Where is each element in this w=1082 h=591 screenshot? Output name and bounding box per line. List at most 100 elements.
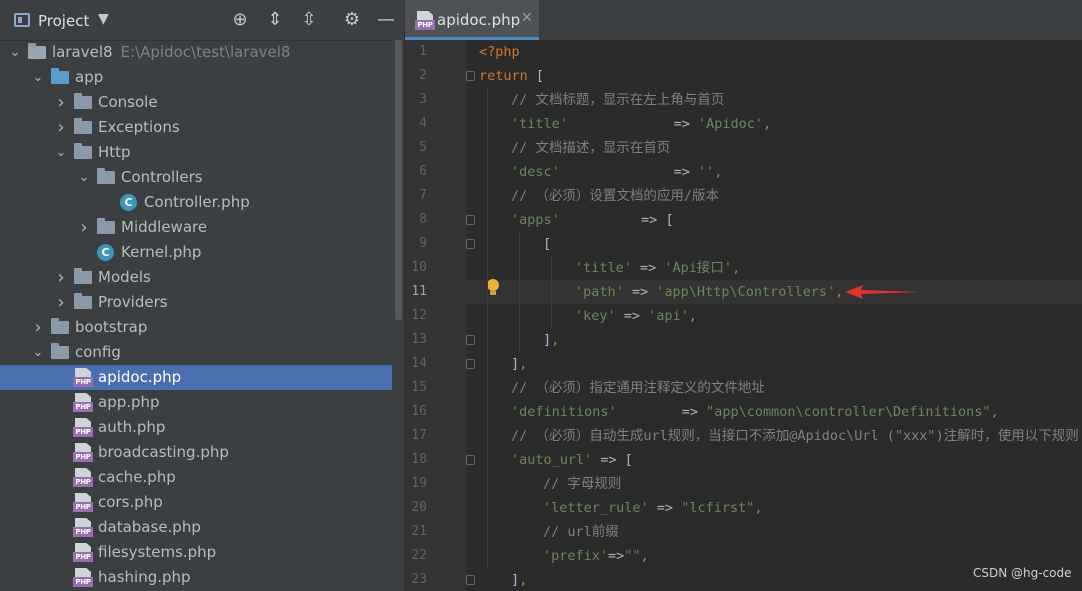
- php-class-icon: C: [120, 194, 137, 211]
- code-line[interactable]: // 文档标题，显示在左上角与首页: [511, 88, 724, 112]
- tree-item-bootstrap[interactable]: › bootstrap: [0, 315, 392, 340]
- folder-icon: [74, 268, 92, 284]
- chevron-down-icon[interactable]: ⌄: [77, 165, 91, 190]
- tree-item-broadcasting-php[interactable]: PHP broadcasting.php: [0, 440, 392, 465]
- tree-item-label: auth.php: [98, 418, 166, 436]
- project-panel-header: Project ▼ ⊕ ⇕ ⇳ ⚙ —: [0, 0, 404, 41]
- line-number: 13: [411, 332, 427, 347]
- chevron-down-icon[interactable]: ⌄: [31, 340, 45, 365]
- tree-item-console[interactable]: › Console: [0, 90, 392, 115]
- code-line[interactable]: 'path' => 'app\Http\Controllers',: [575, 280, 843, 304]
- tree-item-controllers[interactable]: ⌄ Controllers: [0, 165, 392, 190]
- minimize-icon[interactable]: —: [375, 9, 397, 31]
- fold-marker-icon[interactable]: [466, 71, 475, 81]
- project-scrollbar[interactable]: [393, 40, 404, 591]
- fold-marker-icon[interactable]: [466, 455, 475, 465]
- tree-item-cors-php[interactable]: PHP cors.php: [0, 490, 392, 515]
- php-file-icon: PHP: [73, 568, 93, 587]
- project-view-selector[interactable]: Project: [38, 12, 89, 30]
- php-file-icon: PHP: [73, 493, 93, 512]
- fold-marker-icon[interactable]: [466, 335, 475, 345]
- code-line[interactable]: 'title' => 'Apidoc',: [511, 112, 771, 136]
- tree-item-label: app.php: [98, 393, 160, 411]
- tree-item-apidoc-php[interactable]: PHP apidoc.php: [0, 365, 392, 390]
- chevron-right-icon[interactable]: ›: [54, 290, 68, 315]
- php-file-icon: PHP: [73, 543, 93, 562]
- tree-item-exceptions[interactable]: › Exceptions: [0, 115, 392, 140]
- fold-marker-icon[interactable]: [466, 575, 475, 585]
- chevron-down-icon[interactable]: ▼: [98, 11, 109, 27]
- tree-item-label: Providers: [98, 293, 168, 311]
- code-line[interactable]: ],: [543, 328, 559, 352]
- tree-item-label: Http: [98, 143, 131, 161]
- php-class-icon: C: [97, 244, 114, 261]
- tree-item-app-php[interactable]: PHP app.php: [0, 390, 392, 415]
- tree-item-controller-php[interactable]: C Controller.php: [0, 190, 392, 215]
- tree-item-config[interactable]: ⌄ config: [0, 340, 392, 365]
- chevron-down-icon[interactable]: ⌄: [54, 140, 68, 165]
- close-icon[interactable]: ✕: [521, 10, 533, 26]
- annotation-arrow-icon: [845, 285, 921, 299]
- expand-all-icon[interactable]: ⇕: [264, 9, 286, 31]
- scrollbar-thumb[interactable]: [395, 40, 402, 320]
- code-line[interactable]: ],: [511, 568, 527, 591]
- chevron-right-icon[interactable]: ›: [54, 90, 68, 115]
- tab-apidoc-php[interactable]: PHP apidoc.php ✕: [405, 0, 539, 40]
- tree-item-kernel-php[interactable]: C Kernel.php: [0, 240, 392, 265]
- tree-item-cache-php[interactable]: PHP cache.php: [0, 465, 392, 490]
- line-number: 6: [419, 164, 427, 179]
- code-editor[interactable]: 1 2 3 4 5 6 7 8 9 10 11 12 13 14 15 16 17 18 19 20 21 22 23 <?…: [405, 40, 1082, 591]
- gear-icon[interactable]: ⚙: [341, 9, 363, 31]
- code-line[interactable]: 'apps' => [: [511, 208, 674, 232]
- code-line[interactable]: return [: [479, 64, 544, 88]
- code-line[interactable]: ],: [511, 352, 527, 376]
- code-line[interactable]: 'definitions' => "app\common\controller\…: [511, 400, 999, 424]
- code-line[interactable]: 'letter_rule' => "lcfirst",: [543, 496, 762, 520]
- code-line[interactable]: 'auto_url' => [: [511, 448, 633, 472]
- collapse-all-icon[interactable]: ⇳: [298, 9, 320, 31]
- php-file-icon: PHP: [73, 518, 93, 537]
- chevron-right-icon[interactable]: ›: [54, 115, 68, 140]
- folder-icon: [74, 293, 92, 309]
- folder-icon: [51, 343, 69, 359]
- tree-item-models[interactable]: › Models: [0, 265, 392, 290]
- tree-item-middleware[interactable]: › Middleware: [0, 215, 392, 240]
- indent-guide: [487, 88, 488, 568]
- fold-marker-icon[interactable]: [466, 359, 475, 369]
- chevron-down-icon[interactable]: ⌄: [31, 65, 45, 90]
- tree-item-hashing-php[interactable]: PHP hashing.php: [0, 565, 392, 590]
- line-number: 9: [419, 236, 427, 251]
- code-line[interactable]: // url前缀: [543, 520, 619, 544]
- chevron-down-icon[interactable]: ⌄: [8, 40, 22, 65]
- code-line[interactable]: // （必须）自动生成url规则，当接口不添加@Apidoc\Url ("xxx…: [511, 424, 1079, 448]
- folder-icon: [51, 68, 69, 84]
- fold-marker-icon[interactable]: [466, 239, 475, 249]
- code-line[interactable]: // （必须）指定通用注释定义的文件地址: [511, 376, 765, 400]
- code-line[interactable]: // 文档描述，显示在首页: [511, 136, 670, 160]
- code-line[interactable]: 'desc' => '',: [511, 160, 722, 184]
- code-line[interactable]: [: [543, 232, 551, 256]
- folder-icon: [74, 93, 92, 109]
- code-line[interactable]: 'key' => 'api',: [575, 304, 697, 328]
- tree-item-app[interactable]: ⌄ app: [0, 65, 392, 90]
- tree-item-providers[interactable]: › Providers: [0, 290, 392, 315]
- tree-item-database-php[interactable]: PHP database.php: [0, 515, 392, 540]
- chevron-right-icon[interactable]: ›: [31, 315, 45, 340]
- fold-marker-icon[interactable]: [466, 215, 475, 225]
- locate-target-icon[interactable]: ⊕: [229, 9, 251, 31]
- tree-item-filesystems-php[interactable]: PHP filesystems.php: [0, 540, 392, 565]
- code-line[interactable]: 'title' => 'Api接口',: [575, 256, 740, 280]
- code-line[interactable]: <?php: [479, 40, 520, 64]
- tree-item-auth-php[interactable]: PHP auth.php: [0, 415, 392, 440]
- chevron-right-icon[interactable]: ›: [77, 215, 91, 240]
- code-line[interactable]: 'prefix'=>"",: [543, 544, 649, 568]
- project-path: E:\Apidoc\test\laravel8: [120, 43, 291, 61]
- code-line[interactable]: // 字母规则: [543, 472, 621, 496]
- line-number: 1: [419, 44, 427, 59]
- tree-item-label: database.php: [98, 518, 201, 536]
- chevron-right-icon[interactable]: ›: [54, 265, 68, 290]
- tree-item-http[interactable]: ⌄ Http: [0, 140, 392, 165]
- line-number-gutter: 1 2 3 4 5 6 7 8 9 10 11 12 13 14 15 16 17 18 19 20 21 22 23: [405, 40, 467, 591]
- code-line[interactable]: // （必须）设置文档的应用/版本: [511, 184, 719, 208]
- tree-item-laravel8[interactable]: ⌄ laravel8 E:\Apidoc\test\laravel8: [0, 40, 392, 65]
